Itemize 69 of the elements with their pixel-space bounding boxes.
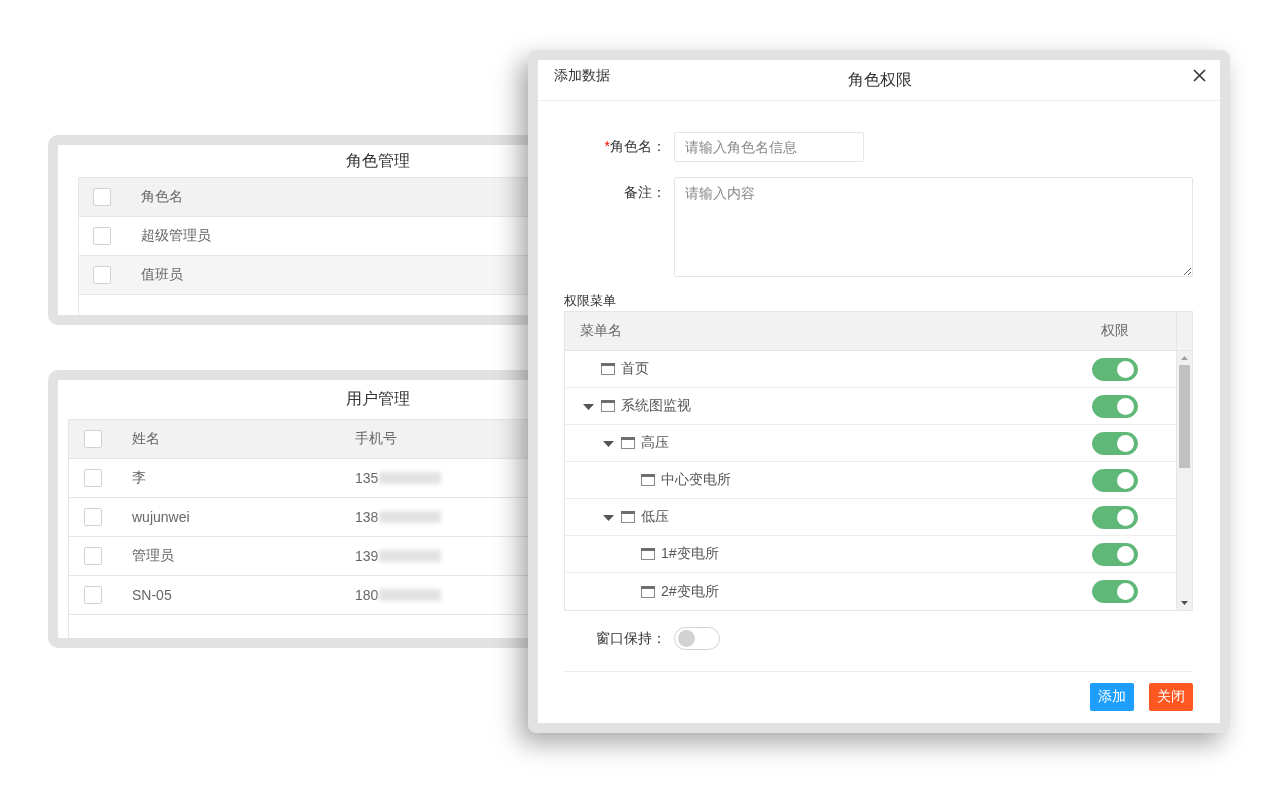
scrollbar-thumb[interactable]: [1179, 365, 1190, 468]
checkbox[interactable]: [84, 586, 102, 604]
checkbox[interactable]: [93, 227, 111, 245]
window-icon: [621, 437, 635, 449]
menu-item-label: 系统图监视: [621, 397, 691, 415]
field-label: 窗口保持：: [596, 629, 666, 648]
tree-row[interactable]: 首页: [565, 351, 1176, 388]
table-cell: 138: [355, 509, 379, 525]
window-icon: [641, 474, 655, 486]
table-cell: 李: [132, 469, 146, 487]
table-cell: 139: [355, 548, 379, 564]
field-label: *角色名：: [604, 138, 666, 156]
permission-switch[interactable]: [1091, 580, 1138, 603]
table-cell: SN-05: [132, 587, 172, 603]
tree-row[interactable]: 中心变电所: [565, 462, 1176, 499]
field-label: 备注：: [624, 184, 666, 202]
menu-item-label: 低压: [641, 508, 669, 526]
role-name-input[interactable]: 请输入角色名信息: [674, 132, 864, 162]
checkbox[interactable]: [84, 508, 102, 526]
tree-row[interactable]: 系统图监视: [565, 388, 1176, 425]
blurred-patch: [379, 511, 442, 523]
checkbox[interactable]: [84, 430, 102, 448]
checkbox[interactable]: [93, 188, 111, 206]
checkbox[interactable]: [93, 266, 111, 284]
scroll-down-icon[interactable]: [1181, 601, 1188, 605]
menu-item-label: 高压: [641, 434, 669, 452]
table-cell: 135: [355, 470, 379, 486]
table-cell: 管理员: [132, 547, 174, 565]
permission-switch[interactable]: [1091, 431, 1138, 455]
close-icon: [1192, 68, 1206, 82]
permission-switch[interactable]: [1091, 357, 1138, 381]
checkbox[interactable]: [84, 547, 102, 565]
column-header: 姓名: [132, 430, 160, 448]
checkbox[interactable]: [84, 469, 102, 487]
scroll-up-icon[interactable]: [1181, 356, 1188, 360]
menu-item-label: 首页: [621, 360, 649, 378]
permission-switch[interactable]: [1091, 394, 1138, 418]
window-icon: [641, 548, 655, 560]
corner-label: 添加数据: [554, 67, 610, 85]
window-keep-switch[interactable]: [674, 627, 720, 650]
section-label: 权限菜单: [564, 292, 616, 310]
tree-row[interactable]: 1#变电所: [565, 536, 1176, 573]
panel-title: 角色管理: [346, 150, 410, 171]
remark-textarea[interactable]: 请输入内容: [674, 177, 1193, 277]
table-cell: 超级管理员: [141, 227, 211, 245]
dialog-title: 角色权限: [848, 69, 912, 90]
blurred-patch: [379, 589, 442, 601]
permission-switch[interactable]: [1091, 542, 1138, 566]
window-icon: [621, 511, 635, 523]
permission-switch[interactable]: [1091, 468, 1138, 492]
tree-row[interactable]: 低压: [565, 499, 1176, 536]
blurred-patch: [379, 472, 442, 484]
column-header: 角色名: [141, 188, 183, 206]
permission-switch[interactable]: [1091, 505, 1138, 529]
table-cell: 值班员: [141, 266, 183, 284]
column-header: 菜单名: [580, 322, 622, 340]
close-button[interactable]: [1192, 68, 1206, 82]
window-icon: [601, 400, 615, 412]
scrollbar[interactable]: [1176, 351, 1192, 610]
column-header: 手机号: [355, 430, 397, 448]
close-dialog-button[interactable]: 关闭: [1149, 683, 1193, 711]
table-cell: 180: [355, 587, 379, 603]
window-icon: [601, 363, 615, 375]
blurred-patch: [379, 550, 442, 562]
window-icon: [641, 585, 655, 598]
column-header: 权限: [1101, 322, 1129, 340]
tree-row[interactable]: 高压: [565, 425, 1176, 462]
panel-title: 用户管理: [346, 389, 410, 409]
table-cell: wujunwei: [132, 509, 190, 525]
